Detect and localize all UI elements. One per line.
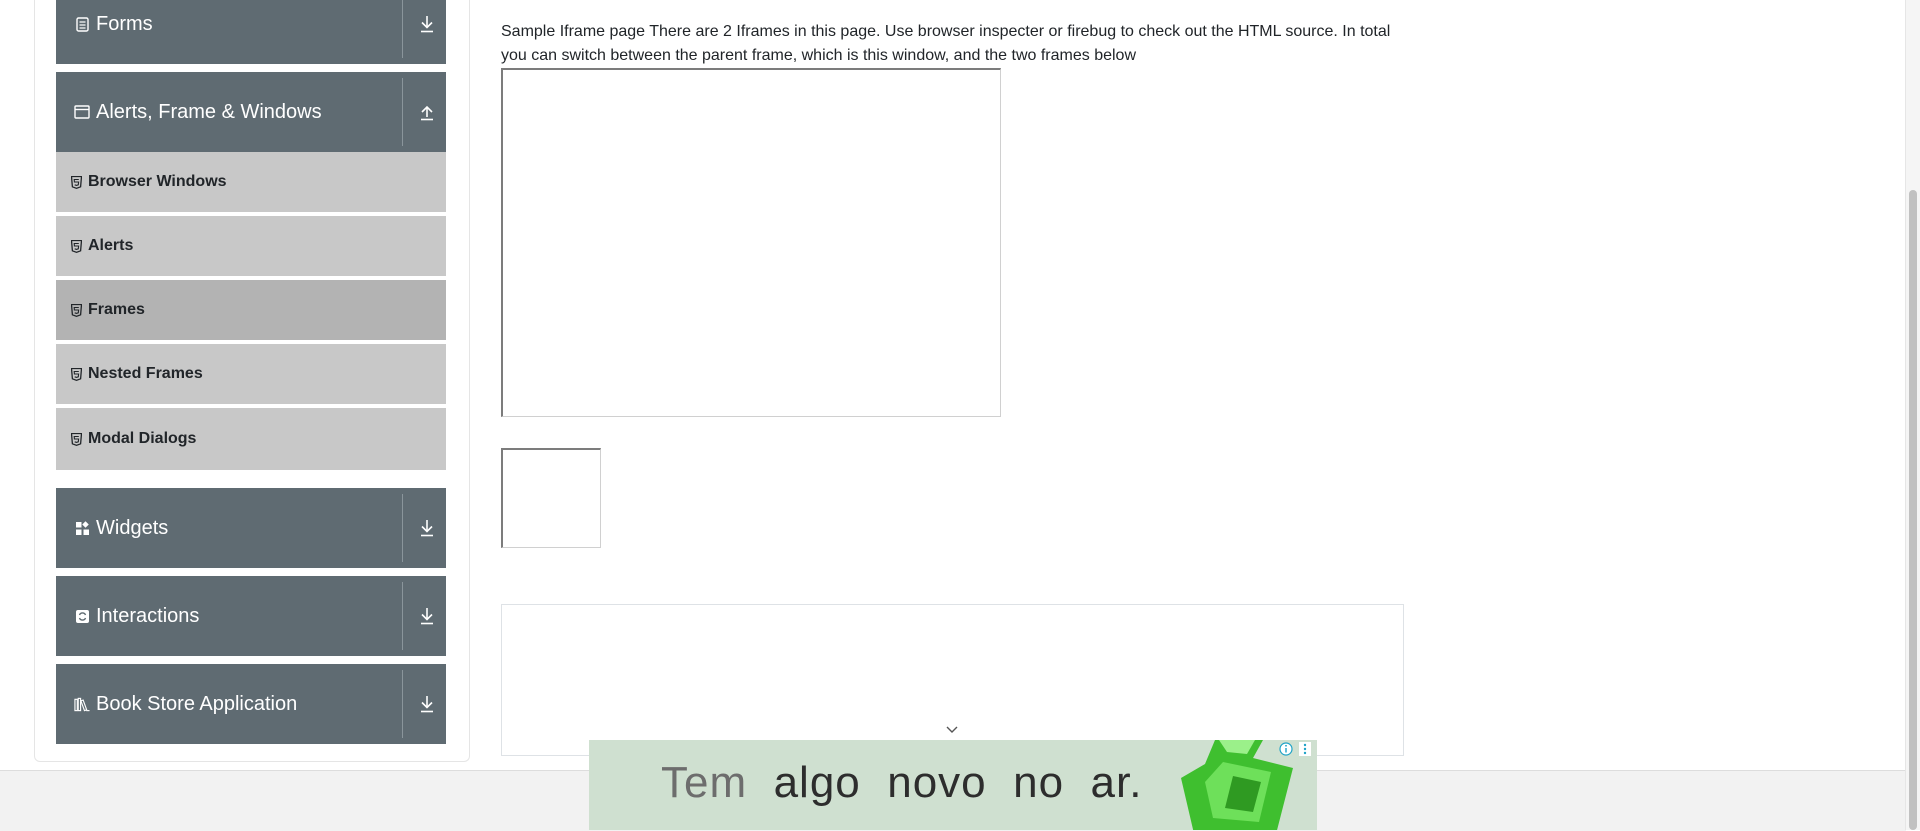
header-divider — [402, 0, 403, 58]
ad-banner[interactable]: Tem algo novo no ar. — [589, 740, 1317, 830]
group-book-store[interactable]: Book Store Application — [56, 664, 446, 744]
menu-item-modal-dialogs[interactable]: Modal Dialogs — [56, 408, 446, 470]
page-scrollbar[interactable] — [1905, 0, 1920, 830]
download-arrow-icon[interactable] — [418, 518, 436, 538]
download-arrow-icon[interactable] — [418, 694, 436, 714]
more-options-icon[interactable] — [1299, 742, 1311, 756]
group-alerts-frame-windows[interactable]: Alerts, Frame & Windows — [56, 72, 446, 152]
scrollbar-thumb[interactable] — [1909, 190, 1917, 830]
menu-item-nested-frames[interactable]: Nested Frames — [56, 344, 446, 406]
iframe-large[interactable] — [501, 68, 1001, 417]
html5-icon — [70, 303, 82, 317]
group-label-book-store: Book Store Application — [96, 692, 298, 715]
ad-word: algo — [773, 758, 861, 807]
menu-item-label: Frames — [88, 301, 145, 318]
header-divider — [402, 670, 403, 738]
menu-item-label: Browser Windows — [88, 173, 227, 190]
frames-intro-text: Sample Iframe page There are 2 Iframes i… — [501, 23, 1391, 64]
chevron-down-icon[interactable] — [944, 722, 960, 738]
group-label-widgets: Widgets — [96, 516, 169, 539]
html5-icon — [70, 239, 82, 253]
info-icon[interactable] — [1279, 742, 1293, 756]
group-interactions[interactable]: Interactions — [56, 576, 446, 656]
ad-word: ar. — [1090, 758, 1143, 807]
html5-icon — [70, 432, 82, 446]
header-divider — [402, 494, 403, 562]
upload-arrow-icon[interactable] — [418, 102, 436, 122]
books-icon — [74, 696, 90, 712]
iframe-small[interactable] — [501, 448, 601, 548]
menu-item-browser-windows[interactable]: Browser Windows — [56, 152, 446, 214]
menu-item-label: Modal Dialogs — [88, 430, 197, 447]
download-arrow-icon[interactable] — [418, 606, 436, 626]
header-divider — [402, 78, 403, 146]
header-divider — [402, 582, 403, 650]
menu-item-label: Alerts — [88, 237, 134, 254]
html5-icon — [70, 367, 82, 381]
group-label-forms: Forms — [96, 12, 153, 35]
download-arrow-icon[interactable] — [418, 14, 436, 34]
menu-item-frames[interactable]: Frames — [56, 280, 446, 342]
group-widgets[interactable]: Widgets — [56, 488, 446, 568]
ad-word: novo — [887, 758, 987, 807]
html5-icon — [70, 175, 82, 189]
form-icon — [74, 16, 90, 32]
ad-headline: Tem algo novo no ar. — [661, 758, 1142, 808]
interactions-icon — [74, 608, 90, 624]
ad-word: Tem — [661, 758, 748, 807]
widgets-icon — [74, 520, 90, 536]
ad-word: no — [1013, 758, 1065, 807]
group-label-alerts: Alerts, Frame & Windows — [96, 100, 322, 123]
menu-item-alerts[interactable]: Alerts — [56, 216, 446, 278]
group-label-interactions: Interactions — [96, 604, 200, 627]
menu-item-label: Nested Frames — [88, 365, 203, 382]
group-forms[interactable]: Forms — [56, 0, 446, 64]
window-icon — [74, 104, 90, 120]
